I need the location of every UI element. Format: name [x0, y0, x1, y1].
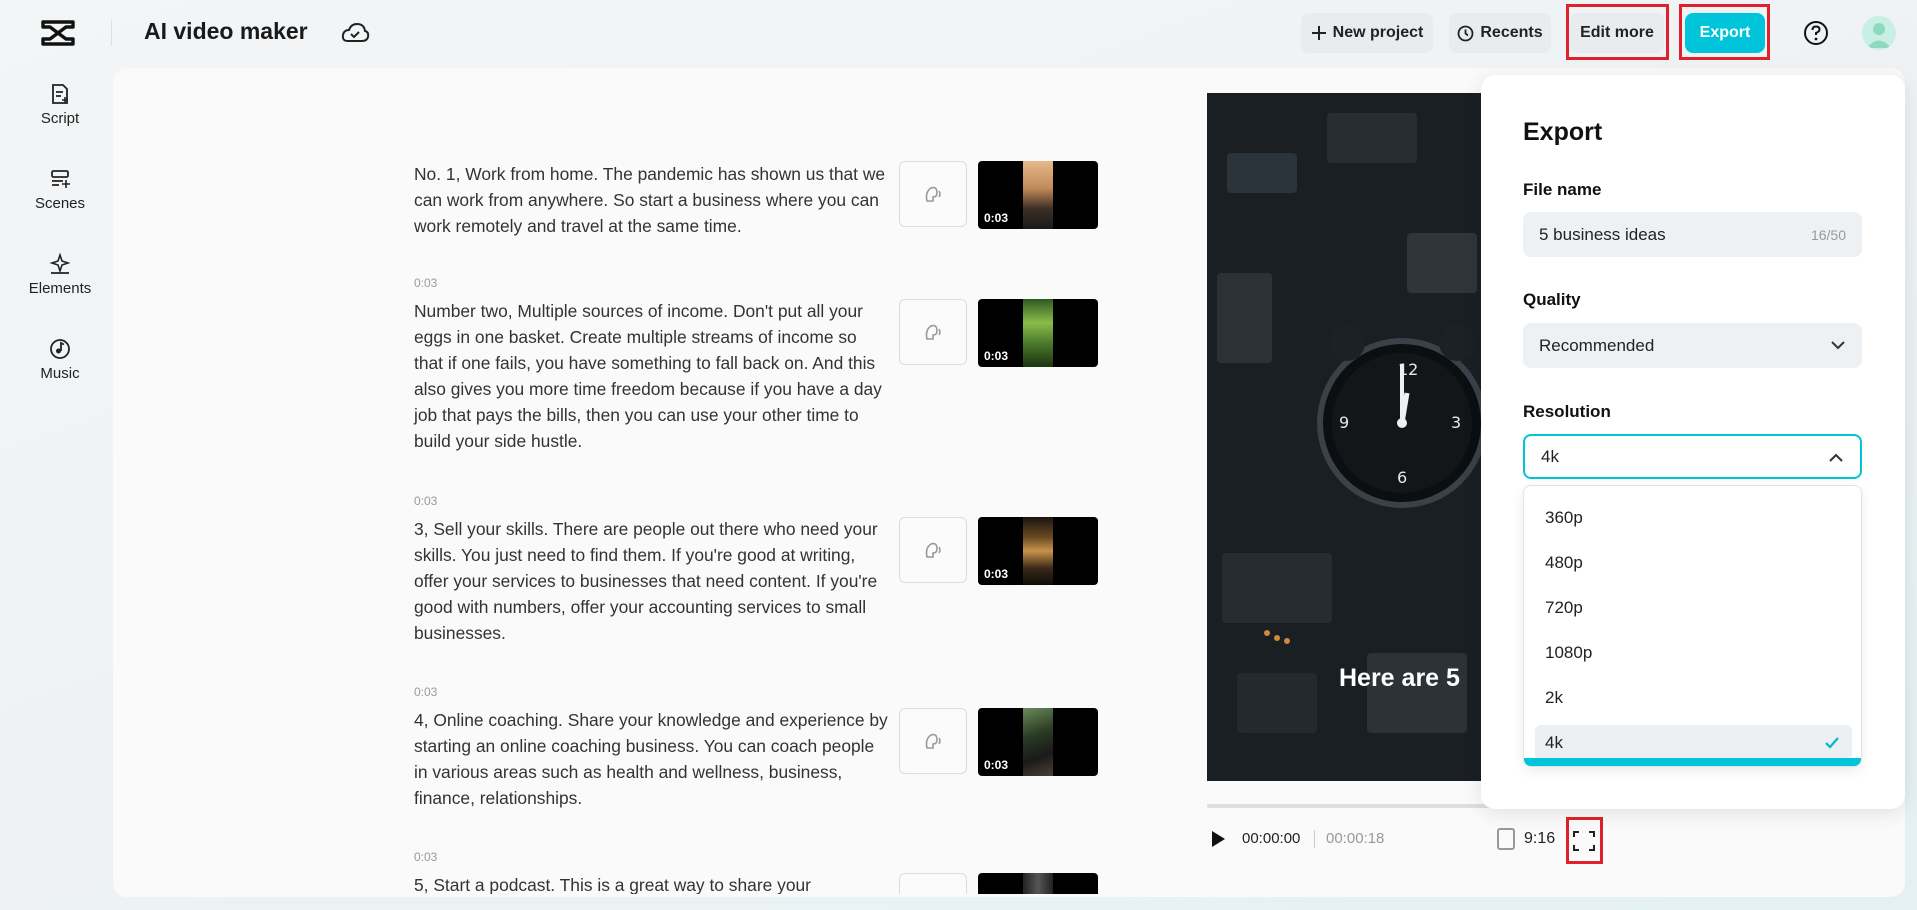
- user-avatar-icon: [1867, 23, 1891, 48]
- top-bar: AI video maker New project Recents Edit …: [0, 0, 1917, 66]
- svg-text:6: 6: [1397, 468, 1407, 487]
- recents-button[interactable]: Recents: [1449, 13, 1551, 53]
- resolution-option[interactable]: 1080p: [1535, 635, 1852, 671]
- chevron-down-icon: [1831, 341, 1845, 350]
- help-icon[interactable]: [1803, 20, 1829, 46]
- sidebar-item-label: Scenes: [34, 195, 86, 212]
- checkmark-icon: [1825, 737, 1839, 749]
- sidebar-item-label: Script: [40, 110, 80, 127]
- svg-text:3: 3: [1451, 413, 1461, 432]
- current-time: 00:00:00: [1242, 830, 1301, 847]
- file-name-counter: 16/50: [1810, 226, 1846, 243]
- capcut-logo-icon[interactable]: [40, 18, 76, 48]
- sidebar-item-scenes[interactable]: Scenes: [22, 168, 98, 212]
- new-project-button[interactable]: New project: [1301, 13, 1433, 53]
- fullscreen-highlight: [1566, 817, 1603, 864]
- thumbnail-duration: 0:03: [984, 758, 1009, 772]
- plus-icon: [1311, 26, 1326, 40]
- resolution-label: Resolution: [1523, 402, 1611, 421]
- thumbnail-image: [1023, 873, 1053, 894]
- voice-icon: [925, 733, 941, 749]
- playback-scrubber[interactable]: [1207, 804, 1497, 808]
- resolution-option[interactable]: 720p: [1535, 590, 1852, 626]
- music-icon: [50, 339, 70, 359]
- clock-history-icon: [1457, 25, 1474, 41]
- new-project-label: New project: [1332, 24, 1424, 41]
- sidebar-item-label: Elements: [28, 280, 92, 297]
- quality-label: Quality: [1523, 290, 1581, 309]
- resolution-option[interactable]: 2k: [1535, 680, 1852, 716]
- thumbnail-image: [1023, 708, 1053, 776]
- play-icon[interactable]: [1209, 830, 1227, 848]
- resolution-value: 4k: [1541, 446, 1559, 466]
- recents-label: Recents: [1480, 24, 1543, 41]
- preview-caption: Here are 5: [1339, 664, 1460, 692]
- scene-thumbnail[interactable]: 0:03: [978, 299, 1098, 367]
- thumbnail-image: [1023, 161, 1053, 229]
- thumbnail-image: [1023, 517, 1053, 585]
- thumbnail-duration: 0:03: [984, 567, 1009, 581]
- thumbnail-image: [1023, 299, 1053, 367]
- script-text-4[interactable]: 4, Online coaching. Share your knowledge…: [414, 707, 890, 811]
- cloud-sync-icon[interactable]: [340, 19, 370, 47]
- resolution-option-label: 4k: [1545, 733, 1563, 752]
- header-divider: [111, 20, 112, 46]
- elements-icon: [49, 253, 71, 274]
- resolution-option[interactable]: 360p: [1535, 500, 1852, 536]
- resolution-option[interactable]: 480p: [1535, 545, 1852, 581]
- edit-more-highlight: [1566, 4, 1669, 60]
- resolution-select[interactable]: 4k: [1523, 434, 1862, 479]
- voice-button[interactable]: [899, 299, 967, 365]
- quality-select[interactable]: Recommended: [1523, 323, 1862, 368]
- svg-text:9: 9: [1339, 413, 1349, 432]
- scenes-icon: [51, 170, 70, 188]
- file-name-label: File name: [1523, 180, 1602, 199]
- resolution-dropdown: 360p 480p 720p 1080p 2k 4k: [1523, 485, 1862, 767]
- export-highlight: [1679, 4, 1770, 60]
- voice-button[interactable]: [899, 161, 967, 227]
- sidebar-item-script[interactable]: Script: [22, 83, 98, 127]
- scene-thumbnail[interactable]: [978, 873, 1098, 894]
- thumbnail-duration: 0:03: [984, 211, 1009, 225]
- block-timestamp: 0:03: [414, 850, 438, 864]
- sidebar-item-label: Music: [40, 365, 80, 382]
- export-panel-title: Export: [1523, 118, 1603, 146]
- script-icon: [52, 84, 68, 104]
- voice-icon: [925, 186, 941, 202]
- time-separator: [1314, 830, 1315, 848]
- file-name-value: 5 business ideas: [1539, 224, 1666, 244]
- block-timestamp: 0:03: [414, 494, 438, 508]
- resolution-option-selected[interactable]: 4k: [1535, 725, 1852, 761]
- voice-icon: [925, 542, 941, 558]
- block-timestamp: 0:03: [414, 685, 438, 699]
- scene-thumbnail[interactable]: 0:03: [978, 517, 1098, 585]
- sidebar-item-music[interactable]: Music: [22, 338, 98, 382]
- script-text-1[interactable]: No. 1, Work from home. The pandemic has …: [414, 161, 890, 239]
- aspect-ratio-label[interactable]: 9:16: [1524, 830, 1555, 848]
- app-title: AI video maker: [144, 18, 308, 44]
- chevron-up-icon: [1829, 453, 1843, 462]
- sidebar-item-elements[interactable]: Elements: [22, 253, 98, 297]
- dropdown-accent-bar: [1524, 758, 1861, 766]
- script-text-3[interactable]: 3, Sell your skills. There are people ou…: [414, 516, 890, 646]
- script-text-5[interactable]: 5, Start a podcast. This is a great way …: [414, 872, 890, 894]
- thumbnail-duration: 0:03: [984, 349, 1009, 363]
- voice-icon: [925, 324, 941, 340]
- scene-thumbnail[interactable]: 0:03: [978, 708, 1098, 776]
- quality-value: Recommended: [1539, 335, 1655, 355]
- user-avatar[interactable]: [1862, 16, 1896, 50]
- script-text-2[interactable]: Number two, Multiple sources of income. …: [414, 298, 890, 454]
- voice-button[interactable]: [899, 873, 967, 894]
- total-time: 00:00:18: [1326, 830, 1385, 847]
- scene-thumbnail[interactable]: 0:03: [978, 161, 1098, 229]
- aspect-ratio-icon[interactable]: [1497, 828, 1515, 850]
- block-timestamp: 0:03: [414, 276, 438, 290]
- voice-button[interactable]: [899, 708, 967, 774]
- voice-button[interactable]: [899, 517, 967, 583]
- file-name-input[interactable]: 5 business ideas 16/50: [1523, 212, 1862, 257]
